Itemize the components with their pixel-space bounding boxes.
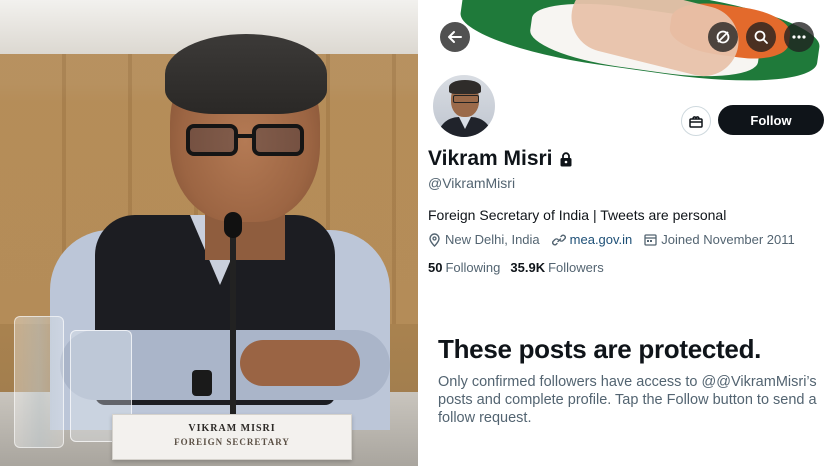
- back-button[interactable]: [440, 22, 470, 52]
- bio: Foreign Secretary of India | Tweets are …: [428, 207, 727, 223]
- hair: [165, 34, 327, 114]
- arrow-left-icon: [448, 31, 462, 43]
- wristwatch: [192, 370, 212, 396]
- protected-title: These posts are protected.: [438, 334, 762, 364]
- press-photo: VIKRAM MISRI FOREIGN SECRETARY: [0, 0, 418, 466]
- calendar-icon: [644, 234, 657, 246]
- followers-stat[interactable]: 35.9K Followers: [510, 260, 603, 275]
- joined-text: Joined November 2011: [661, 232, 795, 247]
- lock-icon: [560, 151, 572, 166]
- microphone: [224, 212, 242, 238]
- followers-label: Followers: [548, 260, 604, 275]
- search-button[interactable]: [746, 22, 776, 52]
- joined-date: Joined November 2011: [644, 232, 795, 247]
- following-count: 50: [428, 260, 443, 275]
- handle: @VikramMisri: [428, 175, 516, 191]
- search-icon: [754, 30, 768, 44]
- following-stat[interactable]: 50 Following: [428, 260, 500, 275]
- profile-screen: Follow Vikram Misri @VikramMisri Foreign…: [420, 0, 830, 466]
- more-icon: [792, 35, 806, 39]
- location: New Delhi, India: [428, 232, 540, 247]
- nameplate-title: FOREIGN SECRETARY: [174, 437, 290, 447]
- location-text: New Delhi, India: [445, 232, 540, 247]
- follow-stats: 50 Following 35.9K Followers: [428, 260, 614, 275]
- display-name-row: Vikram Misri: [428, 147, 573, 171]
- following-label: Following: [445, 260, 501, 275]
- followers-count: 35.9K: [510, 260, 546, 275]
- eyeglasses: [186, 124, 304, 156]
- website[interactable]: mea.gov.in: [551, 232, 633, 247]
- hand: [240, 340, 360, 386]
- avatar[interactable]: [430, 72, 498, 140]
- nameplate: VIKRAM MISRI FOREIGN SECRETARY: [112, 414, 352, 460]
- location-pin-icon: [429, 232, 440, 247]
- avatar-hair: [449, 80, 481, 94]
- microphone-stand: [230, 225, 236, 415]
- follow-button[interactable]: Follow: [718, 105, 824, 135]
- blocked-refresh-icon: [716, 30, 730, 44]
- more-button[interactable]: [784, 22, 814, 52]
- display-name: Vikram Misri: [428, 147, 553, 170]
- website-link[interactable]: mea.gov.in: [570, 232, 633, 247]
- link-icon: [551, 234, 566, 245]
- profile-meta: New Delhi, India mea.gov.in Joined Novem…: [428, 232, 807, 247]
- blocked-button[interactable]: [708, 22, 738, 52]
- nameplate-name: VIKRAM MISRI: [188, 423, 276, 434]
- subscribe-button[interactable]: [681, 106, 711, 136]
- water-bottle: [14, 316, 64, 448]
- avatar-glasses: [453, 95, 479, 103]
- protected-body: Only confirmed followers have access to …: [438, 374, 817, 426]
- gift-icon: [689, 116, 703, 128]
